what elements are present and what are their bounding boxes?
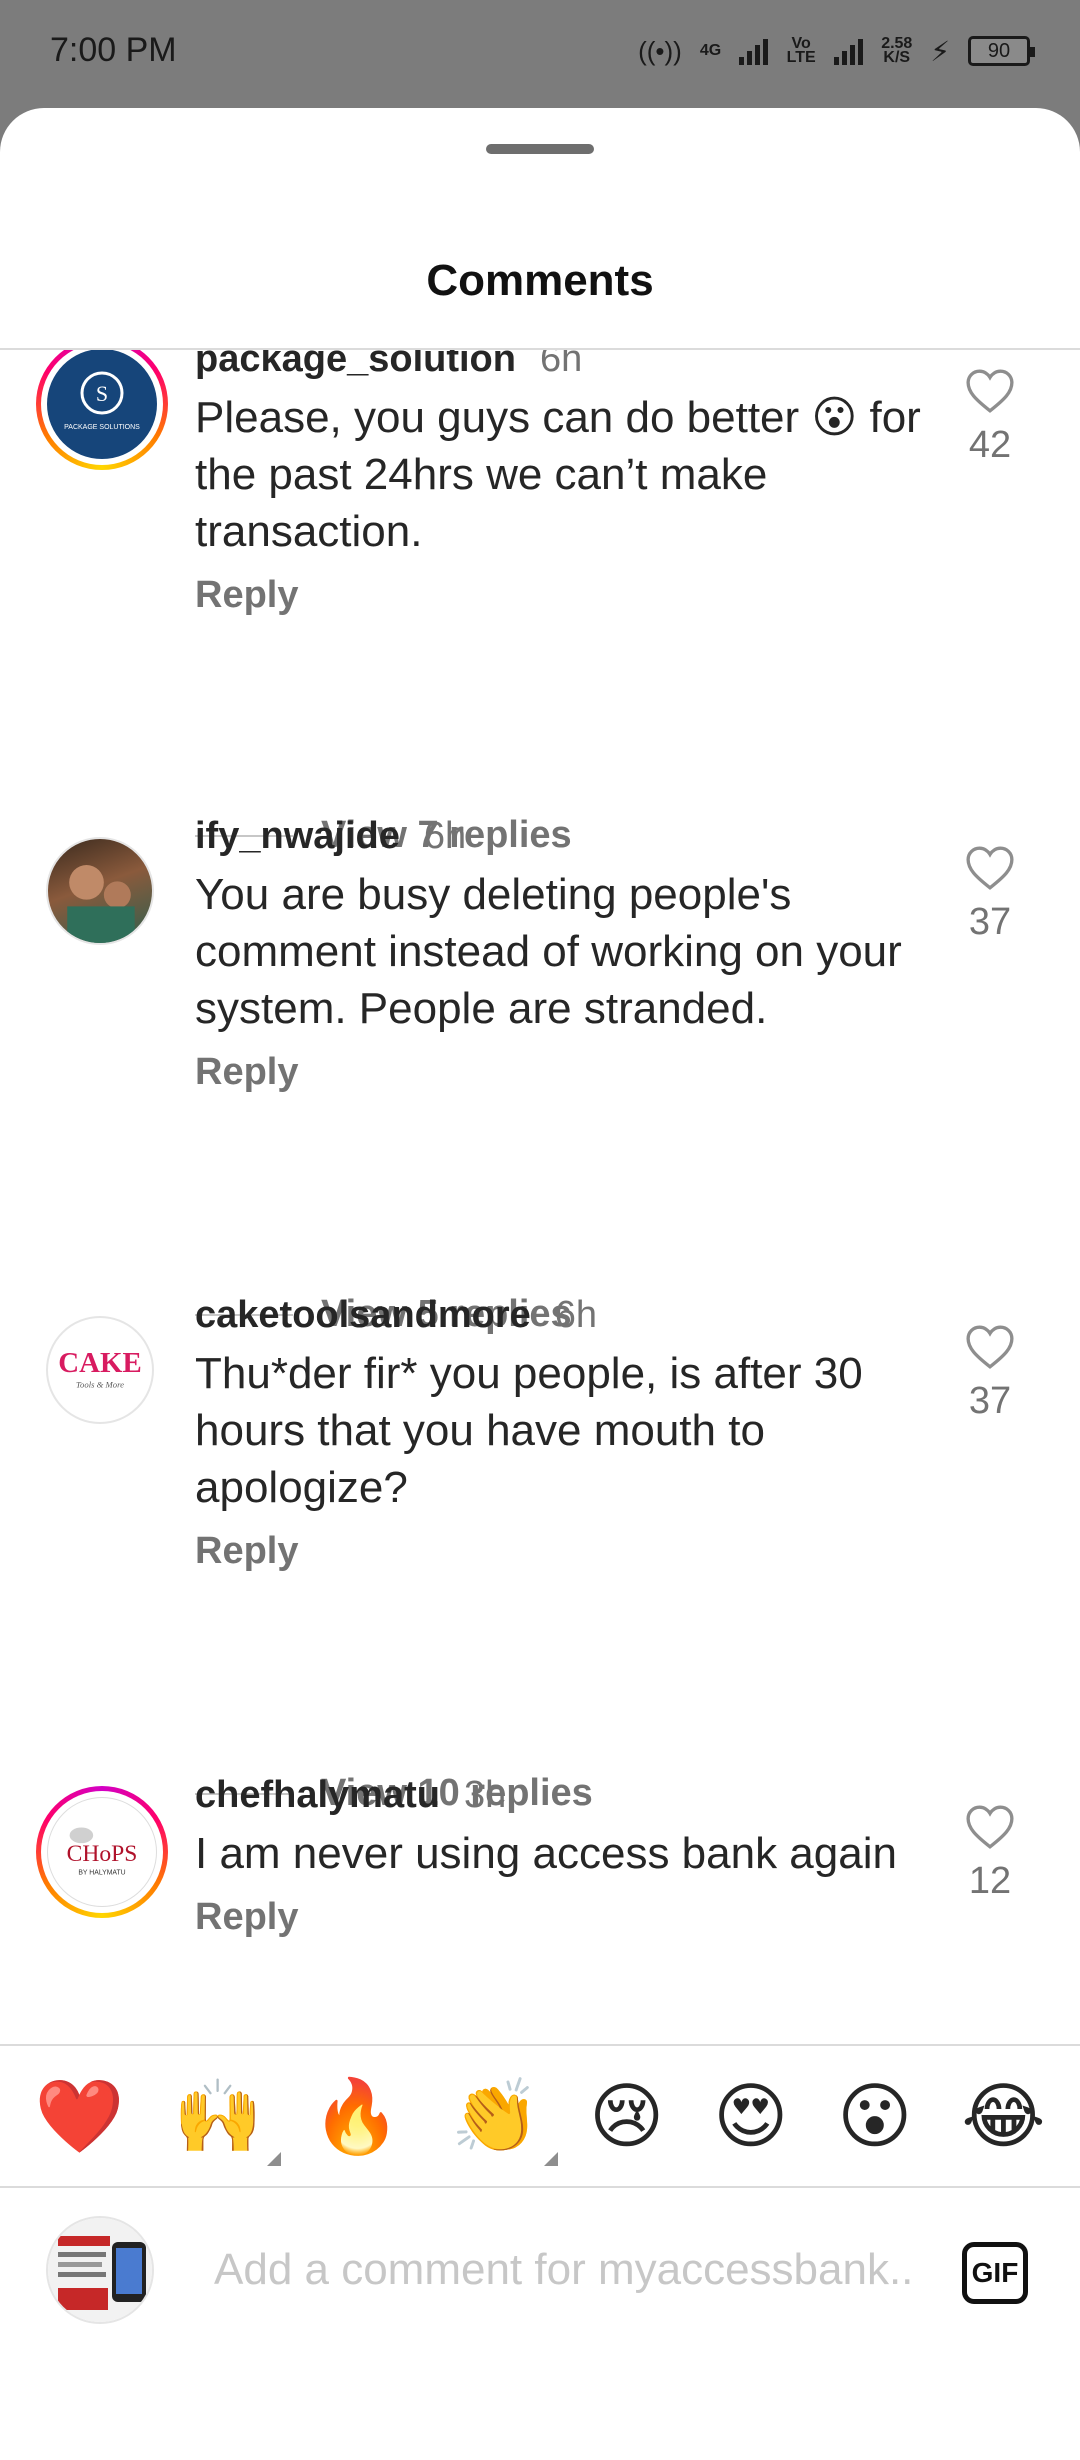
comment-username[interactable]: caketoolsandmore — [195, 1294, 531, 1337]
current-user-avatar — [46, 2216, 154, 2324]
battery-icon: 90 — [968, 36, 1035, 66]
like-group: 12 — [952, 1804, 1028, 1903]
avatar-sublabel: BY HALYMATU — [78, 1870, 125, 1877]
emoji-clapping-glyph: 👏 — [450, 2074, 541, 2158]
emoji-raising-hands-button[interactable]: 🙌 — [173, 2074, 281, 2166]
current-user-avatar-image — [48, 2218, 152, 2322]
avatar-photo — [67, 865, 135, 943]
comment-time: 6h — [539, 350, 583, 380]
charging-icon: ⚡ — [930, 35, 950, 67]
avatar[interactable]: CAKE Tools & More — [46, 1316, 154, 1424]
emoji-clapping-button[interactable]: 👏 — [450, 2074, 559, 2166]
skin-tone-indicator — [544, 2152, 559, 2166]
comment-body: package_solution 6h Please, you guys can… — [195, 350, 935, 617]
like-group: 42 — [952, 368, 1028, 467]
comment-text: Please, you guys can do better 😮 for the… — [195, 393, 921, 556]
emoji-surprised-button[interactable]: 😮 — [837, 2076, 912, 2156]
comment-text: I am never using access bank again — [195, 1829, 897, 1878]
reply-button[interactable]: Reply — [195, 1051, 935, 1094]
like-group: 37 — [952, 845, 1028, 944]
avatar: S PACKAGE SOLUTIONS — [47, 350, 157, 459]
like-group: 37 — [952, 1324, 1028, 1423]
comment-list[interactable]: S PACKAGE SOLUTIONS package_solution 6h … — [0, 350, 1080, 2150]
home-circle-icon[interactable] — [500, 2444, 580, 2460]
cake-tools-logo: CAKE Tools & More — [58, 1347, 141, 1389]
avatar-sublabel: Tools & More — [76, 1379, 124, 1389]
comment-input-row: GIF — [0, 2188, 1080, 2358]
avatar[interactable] — [46, 837, 154, 945]
comment-input[interactable] — [214, 2228, 914, 2312]
comment-username[interactable]: chefhalymatu — [195, 1774, 440, 1817]
comment-time: 6h — [423, 815, 467, 857]
system-nav-bar — [0, 2408, 1080, 2460]
comments-sheet: Comments S PACKAGE SOLUTIONS package_sol… — [0, 108, 1080, 2460]
comment-time: 6h — [554, 1294, 598, 1336]
like-count: 42 — [968, 424, 1012, 466]
status-bar: 7:00 PM ((•)) 4G Vo LTE 2.58 K/S ⚡ 90 — [0, 0, 1080, 108]
comment-username[interactable]: ify_nwajide — [195, 815, 400, 858]
avatar-story-ring[interactable]: S PACKAGE SOLUTIONS — [36, 350, 168, 470]
heart-outline-icon[interactable] — [965, 1804, 1015, 1850]
like-count: 12 — [968, 1860, 1012, 1902]
reply-button[interactable]: Reply — [195, 574, 935, 617]
comment-text: You are busy deleting people's comment i… — [195, 870, 902, 1033]
signal-icon — [739, 37, 769, 65]
avatar-label: CAKE — [58, 1347, 141, 1379]
like-count: 37 — [968, 901, 1012, 943]
avatar-label: PACKAGE SOLUTIONS — [64, 424, 140, 431]
emoji-raising-hands-glyph: 🙌 — [173, 2074, 263, 2158]
heart-outline-icon[interactable] — [965, 368, 1015, 414]
chops-logo: CHoPS BY HALYMATU — [67, 1827, 138, 1877]
like-count: 37 — [968, 1380, 1012, 1422]
net-speed: 2.58 K/S — [881, 36, 912, 66]
back-icon[interactable] — [753, 2444, 833, 2460]
emoji-crying-button[interactable]: 😢 — [589, 2076, 664, 2156]
status-icons: ((•)) 4G Vo LTE 2.58 K/S ⚡ 90 — [638, 35, 1035, 68]
emoji-heart-eyes-button[interactable]: 😍 — [713, 2076, 788, 2156]
emoji-bar: ❤️ 🙌 🔥 👏 😢 😍 😮 😂 — [0, 2044, 1080, 2188]
signal-icon-2 — [834, 37, 864, 65]
sheet-title: Comments — [426, 256, 654, 305]
emoji-tears-of-joy-button[interactable]: 😂 — [961, 2076, 1045, 2156]
comment-body: caketoolsandmore 6h Thu*der fir* you peo… — [195, 1294, 935, 1573]
reply-button[interactable]: Reply — [195, 1896, 935, 1939]
emoji-red-heart-button[interactable]: ❤️ — [35, 2076, 125, 2156]
emoji-fire-button[interactable]: 🔥 — [312, 2076, 402, 2156]
battery-level: 90 — [987, 39, 1011, 62]
package-solution-logo: S PACKAGE SOLUTIONS — [64, 371, 140, 431]
avatar-story-ring[interactable]: CHoPS BY HALYMATU — [36, 1786, 168, 1918]
comment-body: ify_nwajide 6h You are busy deleting peo… — [195, 815, 935, 1094]
gif-button[interactable]: GIF — [962, 2242, 1028, 2304]
reply-button[interactable]: Reply — [195, 1530, 935, 1573]
comment-username[interactable]: package_solution — [195, 350, 516, 381]
heart-outline-icon[interactable] — [965, 1324, 1015, 1370]
avatar: CHoPS BY HALYMATU — [47, 1797, 157, 1907]
net-speed-unit: K/S — [883, 49, 911, 66]
avatar-label: CHoPS — [67, 1841, 138, 1867]
comment-body: chefhalymatu 3h I am never using access … — [195, 1774, 935, 1939]
drag-handle[interactable] — [486, 144, 594, 154]
menu-icon[interactable] — [247, 2444, 327, 2460]
heart-outline-icon[interactable] — [965, 845, 1015, 891]
status-time: 7:00 PM — [50, 30, 177, 69]
comment-time: 3h — [463, 1774, 507, 1816]
network-type: 4G — [699, 42, 722, 59]
volte-label: Vo LTE — [786, 35, 816, 66]
skin-tone-indicator — [266, 2152, 281, 2166]
hotspot-icon: ((•)) — [638, 35, 682, 66]
comment-text: Thu*der fir* you people, is after 30 hou… — [195, 1349, 863, 1512]
svg-text:S: S — [96, 381, 108, 406]
